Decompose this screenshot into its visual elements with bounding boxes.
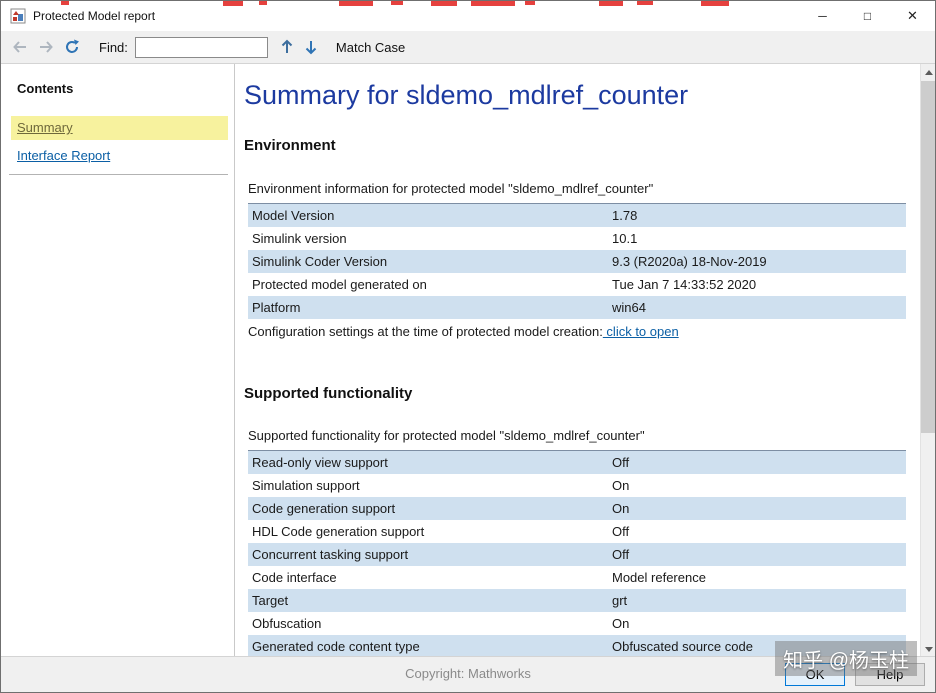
- table-row: Code generation support On: [248, 497, 906, 520]
- table-row: Simulink Coder Version 9.3 (R2020a) 18-N…: [248, 250, 906, 273]
- forward-icon[interactable]: [35, 36, 57, 58]
- supported-functionality-table: Read-only view support Off Simulation su…: [248, 450, 906, 658]
- row-key: Target: [248, 589, 610, 612]
- row-value: Tue Jan 7 14:33:52 2020: [610, 273, 906, 296]
- row-value: Off: [610, 451, 906, 474]
- row-value: 1.78: [610, 204, 906, 227]
- row-value: On: [610, 612, 906, 635]
- row-key: Simulink Coder Version: [248, 250, 610, 273]
- row-value: Off: [610, 520, 906, 543]
- table-row: Model Version 1.78: [248, 204, 906, 227]
- main-body: Contents Summary Interface Report Summar…: [1, 64, 935, 658]
- contents-sidebar: Contents Summary Interface Report: [1, 64, 235, 658]
- back-icon[interactable]: [9, 36, 31, 58]
- row-key: Code interface: [248, 566, 610, 589]
- row-key: Code generation support: [248, 497, 610, 520]
- report-content: Summary for sldemo_mdlref_counter Enviro…: [235, 64, 920, 658]
- configuration-settings-line: Configuration settings at the time of pr…: [248, 325, 906, 339]
- contents-header: Contents: [17, 81, 234, 96]
- maximize-button[interactable]: □: [845, 1, 890, 31]
- environment-table: Model Version 1.78 Simulink version 10.1…: [248, 203, 906, 319]
- find-label: Find:: [99, 40, 128, 55]
- table-row: Platform win64: [248, 296, 906, 319]
- refresh-icon[interactable]: [61, 36, 83, 58]
- sidebar-item-interface-report[interactable]: Interface Report: [11, 145, 228, 167]
- app-icon: [10, 8, 26, 24]
- row-key: Protected model generated on: [248, 273, 610, 296]
- table-row: Simulink version 10.1: [248, 227, 906, 250]
- row-key: Platform: [248, 296, 610, 319]
- table-row: Simulation support On: [248, 474, 906, 497]
- row-key: Simulation support: [248, 474, 610, 497]
- row-value: On: [610, 474, 906, 497]
- row-value: win64: [610, 296, 906, 319]
- table-row: HDL Code generation support Off: [248, 520, 906, 543]
- sidebar-item-summary[interactable]: Summary: [11, 116, 228, 140]
- row-value: grt: [610, 589, 906, 612]
- match-case-toggle[interactable]: Match Case: [336, 40, 405, 55]
- table-row: Protected model generated on Tue Jan 7 1…: [248, 273, 906, 296]
- scrollbar-thumb[interactable]: [921, 81, 936, 433]
- row-value: Model reference: [610, 566, 906, 589]
- toolbar: Find: Match Case: [1, 31, 935, 64]
- row-value: Off: [610, 543, 906, 566]
- row-key: Read-only view support: [248, 451, 610, 474]
- row-value: On: [610, 497, 906, 520]
- protected-model-report-window: Protected Model report ─ □ ✕ Find: Matc: [0, 0, 936, 693]
- row-key: Simulink version: [248, 227, 610, 250]
- row-key: Concurrent tasking support: [248, 543, 610, 566]
- vertical-scrollbar[interactable]: [920, 64, 935, 658]
- row-value: 10.1: [610, 227, 906, 250]
- page-title: Summary for sldemo_mdlref_counter: [244, 79, 906, 111]
- click-to-open-link[interactable]: click to open: [603, 324, 679, 339]
- row-key: Generated code content type: [248, 635, 610, 658]
- row-key: Model Version: [248, 204, 610, 227]
- table-row: Code interface Model reference: [248, 566, 906, 589]
- close-button[interactable]: ✕: [890, 1, 935, 31]
- supported-functionality-intro: Supported functionality for protected mo…: [248, 429, 906, 443]
- environment-heading: Environment: [244, 138, 906, 153]
- watermark: 知乎 @杨玉柱: [775, 641, 917, 676]
- titlebar: Protected Model report ─ □ ✕: [1, 1, 935, 31]
- table-row: Target grt: [248, 589, 906, 612]
- row-value: 9.3 (R2020a) 18-Nov-2019: [610, 250, 906, 273]
- window-title: Protected Model report: [33, 9, 155, 23]
- row-key: Obfuscation: [248, 612, 610, 635]
- table-row: Concurrent tasking support Off: [248, 543, 906, 566]
- find-next-icon[interactable]: [300, 36, 322, 58]
- configuration-settings-text: Configuration settings at the time of pr…: [248, 324, 603, 339]
- find-previous-icon[interactable]: [276, 36, 298, 58]
- supported-functionality-heading: Supported functionality: [244, 386, 906, 401]
- table-row: Obfuscation On: [248, 612, 906, 635]
- sidebar-divider: [9, 174, 228, 175]
- window-controls: ─ □ ✕: [800, 1, 935, 31]
- row-key: HDL Code generation support: [248, 520, 610, 543]
- minimize-button[interactable]: ─: [800, 1, 845, 31]
- table-row: Read-only view support Off: [248, 451, 906, 474]
- scroll-up-icon[interactable]: [921, 64, 936, 81]
- find-input[interactable]: [135, 37, 268, 58]
- environment-intro: Environment information for protected mo…: [248, 182, 906, 196]
